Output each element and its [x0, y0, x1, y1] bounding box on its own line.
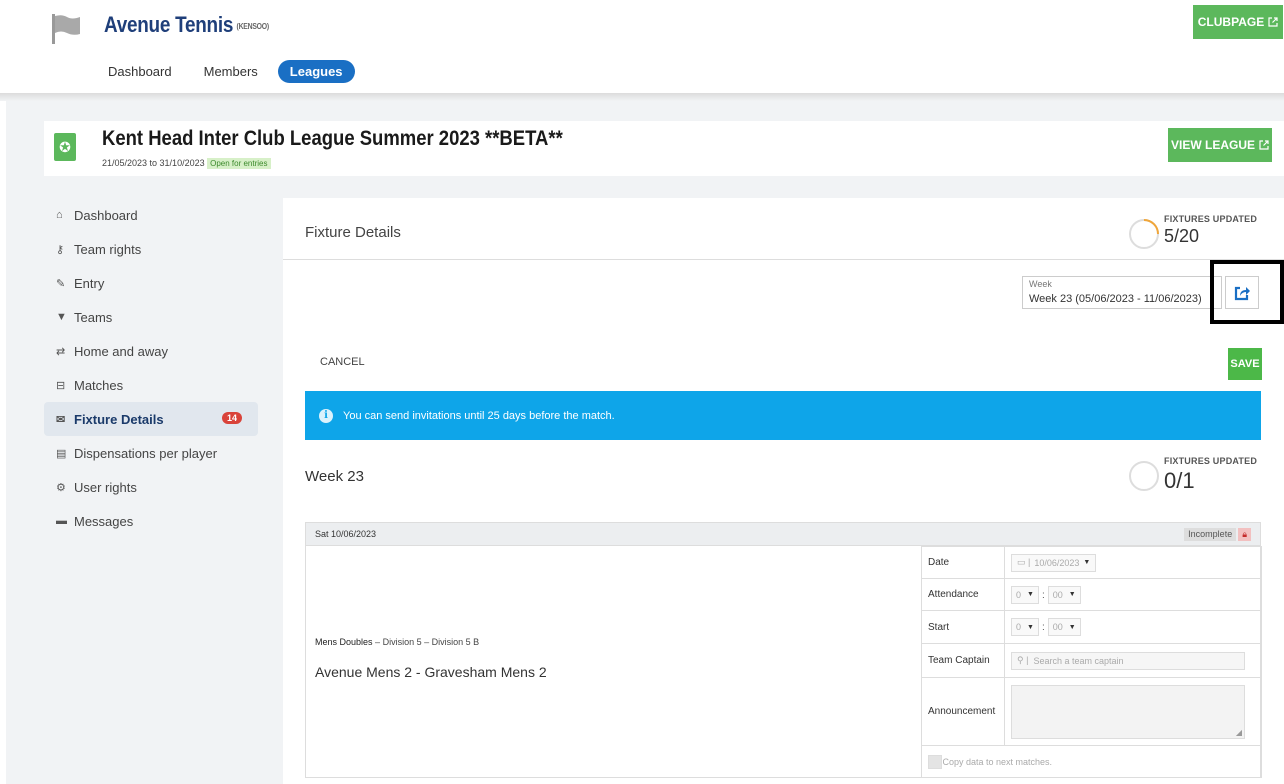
search-icon: ⚲ |: [1017, 655, 1029, 665]
attendance-label: Attendance: [921, 578, 1005, 611]
top-header: Avenue Tennis (KENSOO) CLUBPAGE Dashboard…: [0, 0, 1284, 95]
main-panel: Fixture Details FIXTURES UPDATED 5/20 We…: [283, 198, 1284, 784]
chevron-down-icon: ▼: [1027, 591, 1034, 598]
shirt-icon: ▼: [56, 311, 67, 323]
attendance-minute-select[interactable]: 00 ▼: [1047, 585, 1081, 604]
club-title[interactable]: Avenue Tennis (KENSOO): [104, 12, 269, 38]
sidebar-item-messages[interactable]: ▬ Messages: [44, 504, 258, 538]
nav-members[interactable]: Members: [192, 60, 270, 83]
envelope-icon: ✉: [56, 413, 66, 426]
week-updated-label: FIXTURES UPDATED: [1164, 456, 1258, 466]
sidebar-item-dispensations[interactable]: ▤ Dispensations per player: [44, 436, 258, 470]
view-league-button[interactable]: VIEW LEAGUE: [1168, 128, 1272, 162]
nav-dashboard[interactable]: Dashboard: [96, 60, 184, 83]
cancel-button[interactable]: CANCEL: [320, 356, 365, 368]
start-label: Start: [921, 610, 1005, 644]
swap-icon: ⇄: [56, 345, 66, 358]
pencil-icon: ✎: [56, 277, 66, 290]
id-card-icon: ▤: [56, 447, 67, 460]
key-icon: ⚷: [56, 243, 65, 256]
resize-grip-icon[interactable]: ◢: [1236, 728, 1242, 737]
league-title: Kent Head Inter Club League Summer 2023 …: [102, 127, 563, 150]
calendar-icon: ▭ |: [1017, 557, 1031, 567]
clubpage-button[interactable]: CLUBPAGE: [1193, 5, 1283, 39]
external-link-icon: [1259, 140, 1269, 150]
external-link-icon: [1268, 17, 1278, 27]
fixture-form: Date ▭ | 10/06/2023 ▼ Attendance 0 ▼:00 ▼ …: [921, 546, 1262, 778]
incomplete-badge: Incomplete: [1184, 528, 1237, 541]
sidebar-item-matches[interactable]: ⊟ Matches: [44, 368, 258, 402]
team-captain-search[interactable]: ⚲ | Search a team captain: [1011, 651, 1245, 670]
league-dates: 21/05/2023 to 31/10/2023 Open for entrie…: [102, 158, 271, 169]
divider: [283, 259, 1284, 260]
chevron-down-icon: ▼: [1083, 559, 1091, 566]
sidebar-item-teams[interactable]: ▼ Teams: [44, 300, 258, 334]
start-hour-select[interactable]: 0 ▼: [1011, 618, 1039, 636]
status-badge: Open for entries: [207, 158, 271, 169]
week-select[interactable]: Week Week 23 (05/06/2023 - 11/06/2023): [1022, 276, 1222, 309]
sidebar-item-team-rights[interactable]: ⚷ Team rights: [44, 232, 258, 266]
gear-icon: ⚙: [56, 481, 66, 494]
info-icon: i: [319, 408, 333, 423]
announcement-label: Announcement: [921, 677, 1005, 746]
club-code: (KENSOO): [236, 21, 270, 31]
message-icon: ▬: [56, 515, 67, 527]
start-minute-select[interactable]: 00 ▼: [1047, 618, 1081, 636]
nav-leagues[interactable]: Leagues: [277, 60, 355, 83]
sidebar-item-dashboard[interactable]: ⌂ Dashboard: [44, 198, 258, 232]
date-label: Date: [921, 546, 1005, 579]
league-bar: ✪ Kent Head Inter Club League Summer 202…: [44, 121, 1284, 176]
page-title: Fixture Details: [305, 224, 401, 241]
week-updated-value: 0/1: [1164, 468, 1195, 493]
save-button[interactable]: SAVE: [1228, 348, 1262, 380]
team-captain-label: Team Captain: [921, 643, 1005, 678]
sidebar-item-entry[interactable]: ✎ Entry: [44, 266, 258, 300]
bracket-icon: ⊟: [56, 379, 66, 392]
lock-icon: 🔒︎: [1238, 528, 1251, 541]
week-progress-ring: [1129, 461, 1159, 491]
match-category: Mens Doubles – Division 5 – Division 5 B: [315, 637, 480, 647]
fixture-header: Sat 10/06/2023 Incomplete 🔒︎: [305, 522, 1261, 546]
club-name: Avenue Tennis: [104, 12, 234, 37]
medal-icon: ✪: [54, 133, 76, 161]
highlight-box: [1210, 260, 1284, 324]
fixture-body: Mens Doubles – Division 5 – Division 5 B…: [305, 546, 1262, 778]
fixture-date: Sat 10/06/2023: [315, 529, 377, 539]
info-alert: i You can send invitations until 25 days…: [305, 391, 1261, 440]
match-name: Avenue Mens 2 - Gravesham Mens 2: [315, 664, 547, 680]
copy-data-label: Copy data to next matches.: [942, 756, 1053, 767]
copy-data-checkbox[interactable]: [928, 754, 942, 769]
chevron-down-icon: ▼: [1027, 623, 1034, 631]
fixtures-updated-label: FIXTURES UPDATED: [1164, 214, 1258, 224]
chevron-down-icon: ▼: [1068, 623, 1076, 631]
chevron-down-icon: ▼: [1068, 591, 1076, 598]
notification-badge: 14: [221, 412, 242, 424]
sidebar-item-fixture-details[interactable]: ✉ Fixture Details 14: [44, 402, 258, 436]
home-icon: ⌂: [56, 209, 63, 221]
date-picker[interactable]: ▭ | 10/06/2023 ▼: [1011, 553, 1097, 572]
attendance-hour-select[interactable]: 0 ▼: [1011, 585, 1039, 604]
flag-icon: [52, 14, 80, 44]
header-shadow: [0, 93, 1284, 101]
progress-ring: [1129, 219, 1159, 249]
announcement-textarea[interactable]: ◢: [1011, 684, 1245, 739]
main-nav: Dashboard Members Leagues: [96, 60, 355, 83]
fixtures-updated-value: 5/20: [1164, 226, 1200, 246]
fixture-status: Incomplete 🔒︎: [1184, 528, 1251, 541]
sidebar: ⌂ Dashboard ⚷ Team rights ✎ Entry ▼ Teams ⇄ H…: [44, 198, 258, 538]
week-heading: Week 23: [305, 468, 364, 485]
sidebar-item-user-rights[interactable]: ⚙ User rights: [44, 470, 258, 504]
sidebar-item-home-and-away[interactable]: ⇄ Home and away: [44, 334, 258, 368]
